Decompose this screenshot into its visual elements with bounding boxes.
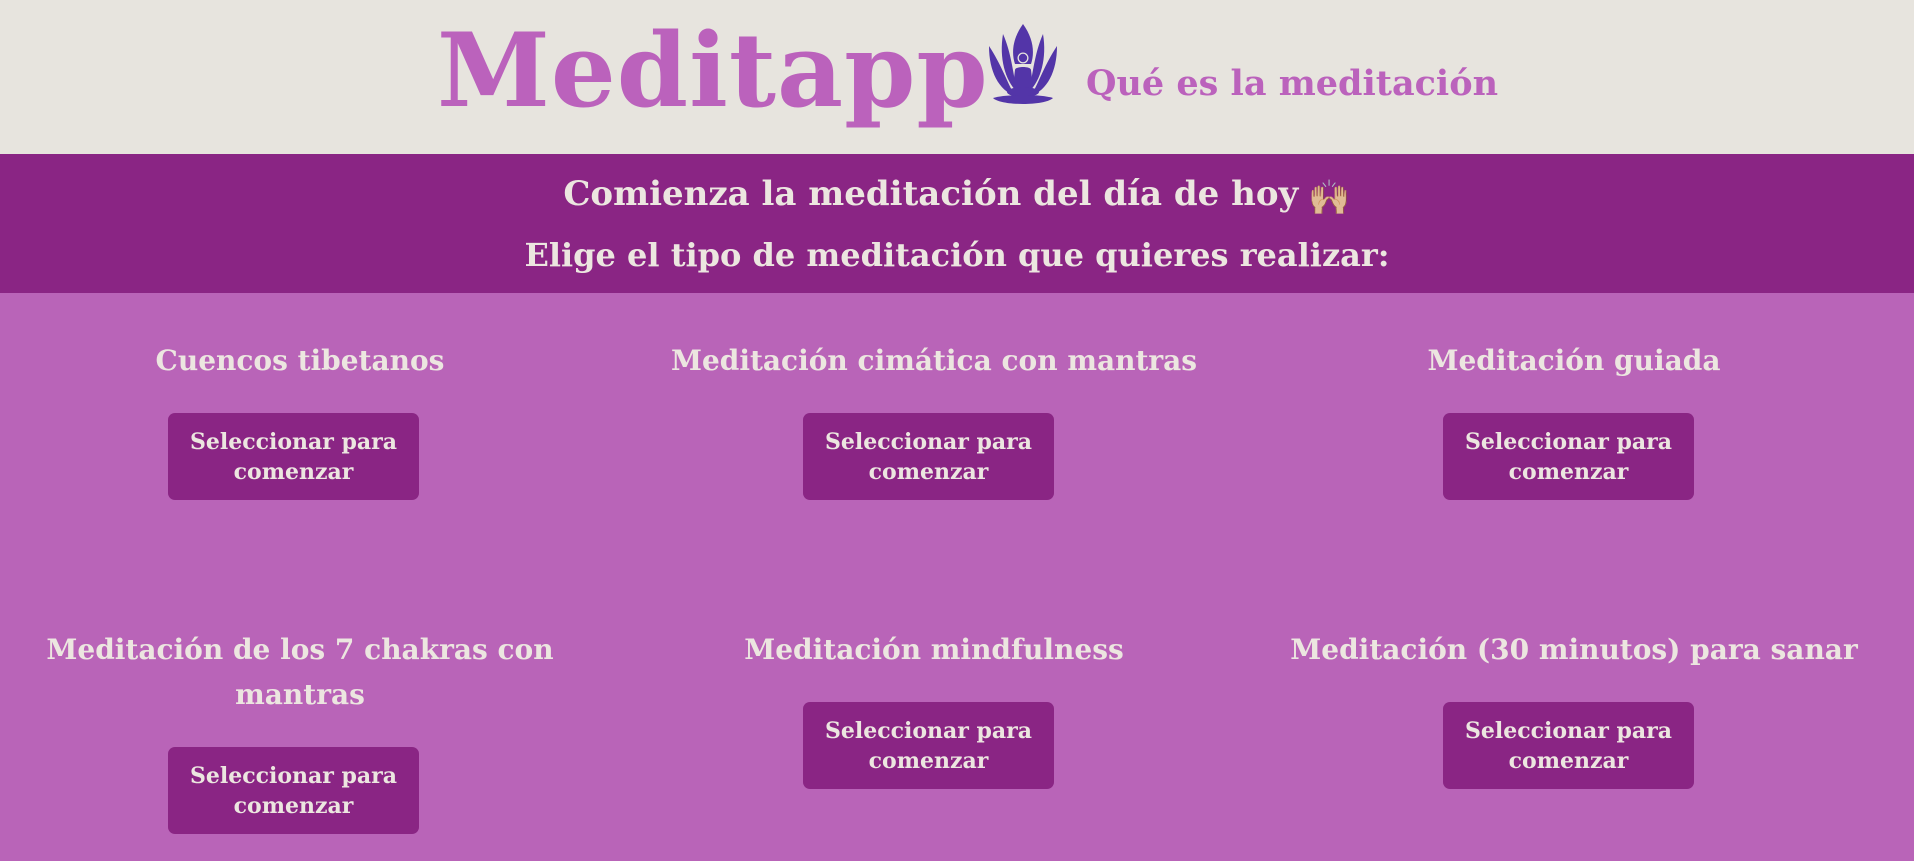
select-meditation-button[interactable]: Seleccionar para comenzar <box>803 702 1054 789</box>
meditation-title: Meditación de los 7 chakras con mantras <box>46 633 554 711</box>
meditation-card-mindfulness: Meditación mindfulness Seleccionar para … <box>634 627 1234 789</box>
raising-hands-emoji: 🙌🏼 <box>1308 178 1351 218</box>
what-is-meditation-link[interactable]: Qué es la meditación <box>1086 66 1498 101</box>
meditation-card-tibetan-bowls: Cuencos tibetanos Seleccionar para comen… <box>0 338 600 500</box>
meditation-card-7-chakras: Meditación de los 7 chakras con mantras … <box>0 627 600 834</box>
lotus-meditation-icon <box>989 24 1057 104</box>
meditation-card-cymatic-mantras: Meditación cimática con mantras Seleccio… <box>634 338 1234 500</box>
select-meditation-button[interactable]: Seleccionar para comenzar <box>1443 413 1694 500</box>
meditation-title: Meditación (30 minutos) para sanar <box>1290 633 1858 666</box>
banner-subheading: Elige el tipo de meditación que quieres … <box>524 236 1390 274</box>
site-logo[interactable]: Meditapp <box>437 20 989 122</box>
meditation-card-guided: Meditación guiada Seleccionar para comen… <box>1274 338 1874 500</box>
meditation-title: Meditación cimática con mantras <box>670 344 1198 377</box>
select-meditation-button[interactable]: Seleccionar para comenzar <box>168 413 419 500</box>
banner-heading: Comienza la meditación del día de hoy 🙌🏼 <box>0 174 1914 219</box>
banner-heading-text: Comienza la meditación del día de hoy <box>563 174 1299 214</box>
select-meditation-button[interactable]: Seleccionar para comenzar <box>168 747 419 834</box>
meditation-title: Meditación guiada <box>1427 344 1721 377</box>
select-meditation-button[interactable]: Seleccionar para comenzar <box>803 413 1054 500</box>
meditation-title: Cuencos tibetanos <box>155 344 445 377</box>
site-header: Meditapp Qué es la meditación <box>0 0 1914 154</box>
select-meditation-button[interactable]: Seleccionar para comenzar <box>1443 702 1694 789</box>
meditation-card-healing-30-min: Meditación (30 minutos) para sanar Selec… <box>1274 627 1874 789</box>
meditation-title: Meditación mindfulness <box>744 633 1124 666</box>
intro-banner: Comienza la meditación del día de hoy 🙌🏼 … <box>0 154 1914 293</box>
